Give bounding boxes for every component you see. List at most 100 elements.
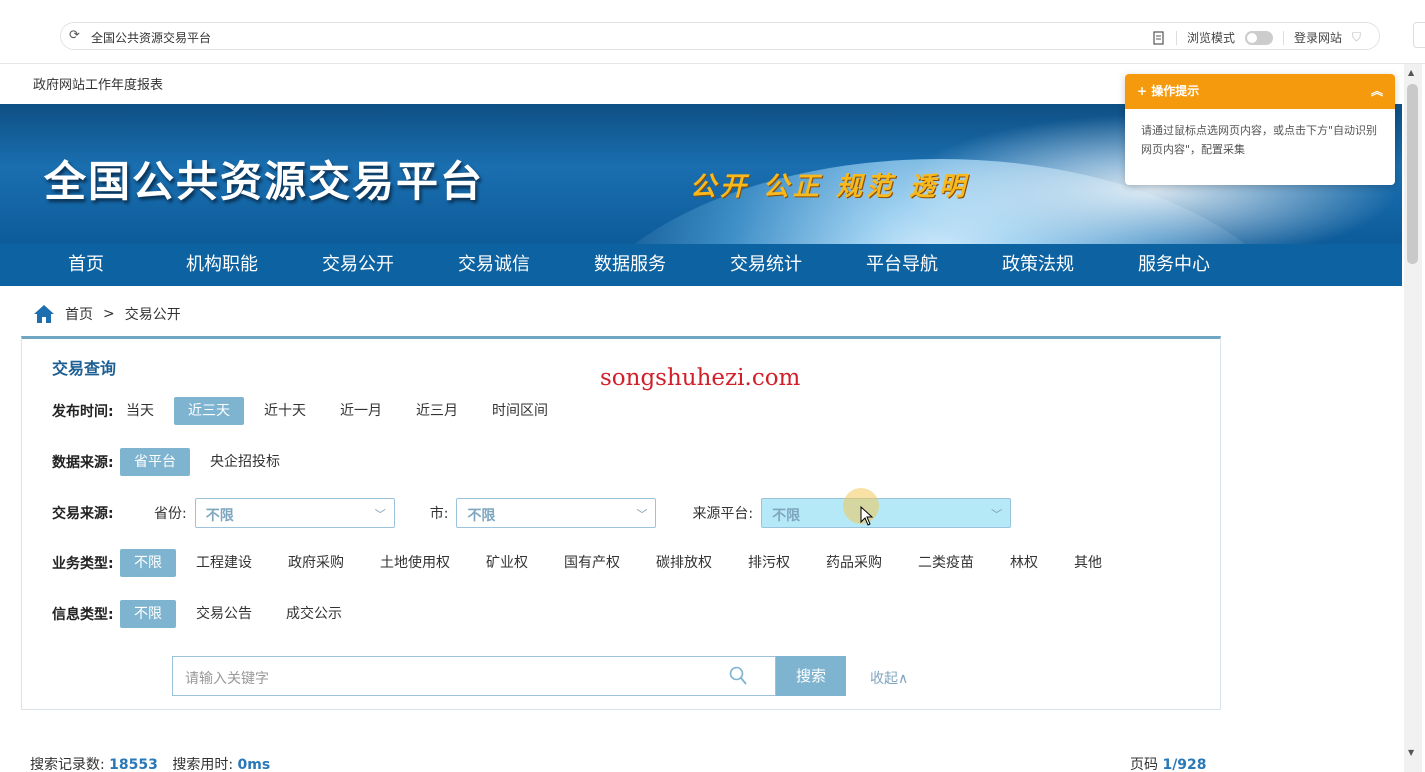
nav-item-trade-credit[interactable]: 交易诚信 (426, 244, 562, 286)
search-input[interactable]: 请输入关键字 (172, 656, 776, 696)
breadcrumb-home[interactable]: 首页 (65, 304, 93, 324)
biz-option-engineering[interactable]: 工程建设 (182, 549, 266, 577)
data-source-label: 数据来源: (52, 455, 114, 471)
nav-item-service-center[interactable]: 服务中心 (1106, 244, 1242, 286)
nav-item-platform-nav[interactable]: 平台导航 (834, 244, 970, 286)
trade-query-panel: 交易查询 songshuhezi.com 发布时间: 当天 近三天 近十天 近一… (21, 336, 1221, 710)
info-option-announcement[interactable]: 交易公告 (182, 600, 266, 628)
biz-option-state-assets[interactable]: 国有产权 (550, 549, 634, 577)
home-icon[interactable] (33, 304, 55, 324)
source-option-soe[interactable]: 央企招投标 (196, 448, 294, 476)
tip-title: 操作提示 (1151, 84, 1200, 98)
page-indicator: 页码 1/928 (1130, 754, 1207, 772)
nav-item-functions[interactable]: 机构职能 (154, 244, 290, 286)
nav-item-trade-open[interactable]: 交易公开 (290, 244, 426, 286)
business-type-row: 业务类型: 不限 工程建设 政府采购 土地使用权 矿业权 国有产权 碳排放权 排… (52, 549, 1122, 577)
scroll-up-icon[interactable]: ▲ (1408, 68, 1414, 77)
nav-item-policy[interactable]: 政策法规 (970, 244, 1106, 286)
platform-value: 不限 (772, 508, 801, 524)
biz-option-land[interactable]: 土地使用权 (366, 549, 464, 577)
biz-option-mining[interactable]: 矿业权 (472, 549, 542, 577)
biz-option-other[interactable]: 其他 (1060, 549, 1116, 577)
divider (1175, 30, 1177, 45)
search-stats: 搜索记录数: 18553 搜索用时: 0ms (30, 754, 270, 772)
page-value: 1/928 (1162, 757, 1207, 772)
biz-option-carbon[interactable]: 碳排放权 (642, 549, 726, 577)
search-icon[interactable] (729, 666, 747, 686)
annual-report-link[interactable]: 政府网站工作年度报表 (33, 74, 163, 93)
time-option-1month[interactable]: 近一月 (326, 397, 396, 425)
scroll-down-icon[interactable]: ▼ (1408, 748, 1414, 757)
login-site-link[interactable]: 登录网站 (1294, 29, 1342, 46)
reload-icon[interactable]: ⟳ (69, 28, 80, 43)
shield-icon: ⛉ (1351, 30, 1361, 44)
business-type-label: 业务类型: (52, 556, 114, 572)
address-bar-tools: 浏览模式 登录网站 ⛉ (1152, 29, 1361, 46)
chevron-down-icon: ﹀ (636, 508, 648, 521)
search-placeholder: 请输入关键字 (185, 671, 269, 687)
time-label: 搜索用时: (172, 757, 234, 772)
collapse-toggle[interactable]: 收起∧ (870, 668, 908, 688)
city-label: 市: (429, 506, 449, 522)
page-label: 页码 (1130, 757, 1158, 772)
scrollbar-thumb[interactable] (1407, 84, 1418, 264)
address-bar[interactable]: ⟳ 全国公共资源交易平台 浏览模式 登录网站 ⛉ (60, 22, 1380, 50)
search-button[interactable]: 搜索 (776, 656, 846, 696)
data-source-row: 数据来源: 省平台 央企招投标 (52, 448, 300, 476)
platform-select[interactable]: 不限 ﹀ (761, 498, 1012, 528)
publish-time-row: 发布时间: 当天 近三天 近十天 近一月 近三月 时间区间 (52, 397, 568, 425)
operation-tip-popup: + 操作提示 ︽ 请通过鼠标点选网页内容，或点击下方"自动识别网页内容"，配置采… (1125, 74, 1395, 185)
info-type-row: 信息类型: 不限 交易公告 成交公示 (52, 600, 362, 628)
page-document-icon[interactable] (1152, 30, 1166, 45)
mouse-cursor-icon (860, 506, 874, 526)
biz-option-procurement[interactable]: 政府采购 (274, 549, 358, 577)
panel-title: 交易查询 (52, 359, 117, 378)
time-option-3days[interactable]: 近三天 (174, 397, 244, 425)
collapse-up-icon[interactable]: ︽ (1371, 74, 1383, 109)
nav-item-home[interactable]: 首页 (18, 244, 154, 286)
breadcrumb: 首页 > 交易公开 (33, 304, 181, 324)
records-count: 18553 (109, 757, 158, 772)
page-scrollbar[interactable]: ▲ ▼ (1404, 64, 1422, 772)
breadcrumb-current: 交易公开 (124, 307, 181, 323)
biz-option-pollution[interactable]: 排污权 (734, 549, 804, 577)
reading-mode-label: 浏览模式 (1186, 31, 1235, 45)
chevron-down-icon: ﹀ (374, 508, 386, 521)
tip-body: 请通过鼠标点选网页内容，或点击下方"自动识别网页内容"，配置采集 (1141, 124, 1378, 156)
province-select[interactable]: 不限 ﹀ (194, 498, 395, 528)
trade-source-label: 交易来源: (52, 506, 114, 522)
tip-header: + 操作提示 ︽ (1125, 74, 1395, 109)
nav-item-statistics[interactable]: 交易统计 (698, 244, 834, 286)
province-label: 省份: (154, 506, 187, 522)
time-option-10days[interactable]: 近十天 (250, 397, 320, 425)
plus-icon: + (1137, 84, 1152, 98)
province-value: 不限 (205, 508, 234, 524)
info-option-result[interactable]: 成交公示 (272, 600, 356, 628)
side-panel-handle[interactable] (1413, 22, 1425, 48)
city-value: 不限 (467, 508, 496, 524)
watermark-text: songshuhezi.com (600, 365, 801, 391)
reading-mode-toggle[interactable] (1244, 30, 1273, 45)
source-option-provincial[interactable]: 省平台 (120, 448, 190, 476)
info-type-label: 信息类型: (52, 607, 114, 623)
main-nav: 首页 机构职能 交易公开 交易诚信 数据服务 交易统计 平台导航 政策法规 服务… (0, 244, 1402, 286)
address-url[interactable]: 全国公共资源交易平台 (91, 29, 211, 46)
nav-item-data-service[interactable]: 数据服务 (562, 244, 698, 286)
divider (1282, 30, 1284, 45)
biz-option-drugs[interactable]: 药品采购 (812, 549, 896, 577)
info-option-all[interactable]: 不限 (120, 600, 176, 628)
chevron-down-icon: ﹀ (991, 508, 1003, 521)
breadcrumb-separator: > (103, 306, 115, 322)
biz-option-forest[interactable]: 林权 (996, 549, 1052, 577)
time-value: 0ms (237, 757, 271, 772)
time-option-3months[interactable]: 近三月 (402, 397, 472, 425)
site-title: 全国公共资源交易平台 (44, 157, 485, 206)
time-option-range[interactable]: 时间区间 (478, 397, 562, 425)
biz-option-vaccine[interactable]: 二类疫苗 (904, 549, 988, 577)
platform-label: 来源平台: (692, 506, 754, 522)
city-select[interactable]: 不限 ﹀ (456, 498, 657, 528)
time-option-today[interactable]: 当天 (112, 397, 168, 425)
browser-toolbar: ⟳ 全国公共资源交易平台 浏览模式 登录网站 ⛉ (0, 0, 1425, 64)
biz-option-all[interactable]: 不限 (120, 549, 176, 577)
site-slogan: 公开 公正 规范 透明 (690, 172, 970, 202)
